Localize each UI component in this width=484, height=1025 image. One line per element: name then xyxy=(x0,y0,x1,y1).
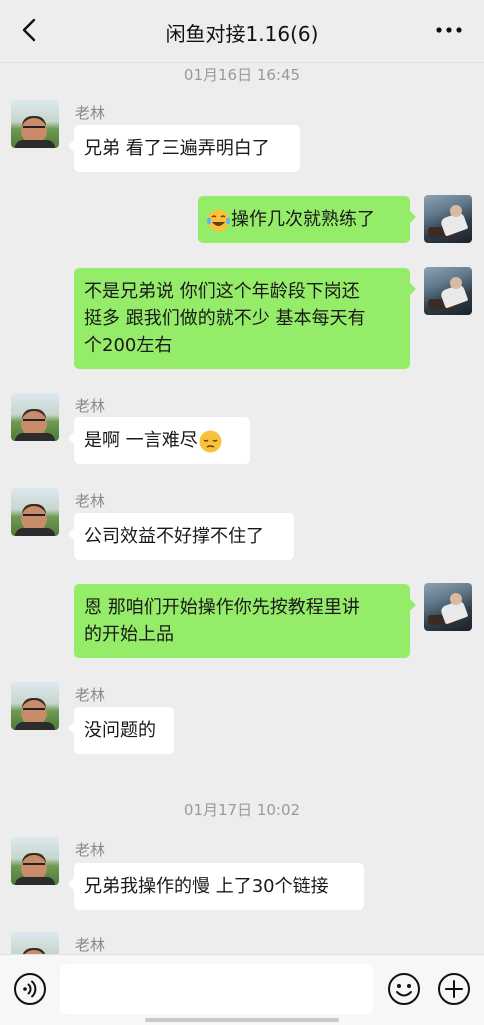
more-icon[interactable] xyxy=(434,18,464,42)
message-bubble[interactable]: 兄弟 看了三遍弄明白了 xyxy=(68,125,300,172)
avatar[interactable] xyxy=(11,837,59,885)
pensive-emoji-icon xyxy=(199,430,222,452)
avatar[interactable] xyxy=(11,100,59,148)
avatar[interactable] xyxy=(11,488,59,536)
message-bubble[interactable]: 操作几次就熟练了 xyxy=(198,196,416,243)
sender-name: 老林 xyxy=(75,936,106,954)
avatar[interactable] xyxy=(424,195,472,243)
plus-icon[interactable] xyxy=(437,972,471,1006)
chat-title: 闲鱼对接1.16(6) xyxy=(165,22,319,46)
voice-icon[interactable] xyxy=(13,972,47,1006)
timestamp: 01月16日 16:45 xyxy=(183,66,301,84)
message-line: 挺多 跟我们做的就不少 基本每天有 xyxy=(84,308,366,329)
input-bar xyxy=(0,954,484,1025)
chat-header: 闲鱼对接1.16(6) xyxy=(0,0,484,63)
message-line: 的开始上品 xyxy=(84,624,174,645)
message-input[interactable] xyxy=(60,964,373,1014)
home-indicator xyxy=(145,1018,339,1022)
message-bubble[interactable]: 兄弟我操作的慢 上了30个链接 xyxy=(68,863,364,910)
emoji-icon[interactable] xyxy=(387,972,421,1006)
avatar[interactable] xyxy=(424,583,472,631)
message-line: 恩 那咱们开始操作你先按教程里讲 xyxy=(84,597,360,618)
avatar[interactable] xyxy=(11,682,59,730)
message-line: 个200左右 xyxy=(84,335,173,356)
message-bubble[interactable]: 不是兄弟说 你们这个年龄段下岗还 挺多 跟我们做的就不少 基本每天有 个200左… xyxy=(74,268,416,369)
sender-name: 老林 xyxy=(75,841,106,859)
message-bubble[interactable]: 是啊 一言难尽 xyxy=(68,417,250,464)
sender-name: 老林 xyxy=(75,397,106,415)
laugh-cry-emoji-icon xyxy=(207,209,230,231)
message-text: 是啊 一言难尽 xyxy=(84,430,198,451)
avatar[interactable] xyxy=(11,393,59,441)
message-bubble[interactable]: 公司效益不好撑不住了 xyxy=(68,513,294,560)
sender-name: 老林 xyxy=(75,686,106,704)
message-bubble[interactable]: 恩 那咱们开始操作你先按教程里讲 的开始上品 xyxy=(74,584,416,658)
message-text: 操作几次就熟练了 xyxy=(231,209,375,230)
sender-name: 老林 xyxy=(75,104,106,122)
sender-name: 老林 xyxy=(75,492,106,510)
avatar[interactable] xyxy=(11,932,59,954)
timestamp: 01月17日 10:02 xyxy=(183,801,301,819)
message-line: 不是兄弟说 你们这个年龄段下岗还 xyxy=(84,281,360,302)
message-bubble[interactable]: 没问题的 xyxy=(68,707,174,754)
avatar[interactable] xyxy=(424,267,472,315)
message-list[interactable]: 01月16日 16:45 老林 兄弟 看了三遍弄明白了 操作几次就熟练了 不是兄… xyxy=(0,62,484,954)
